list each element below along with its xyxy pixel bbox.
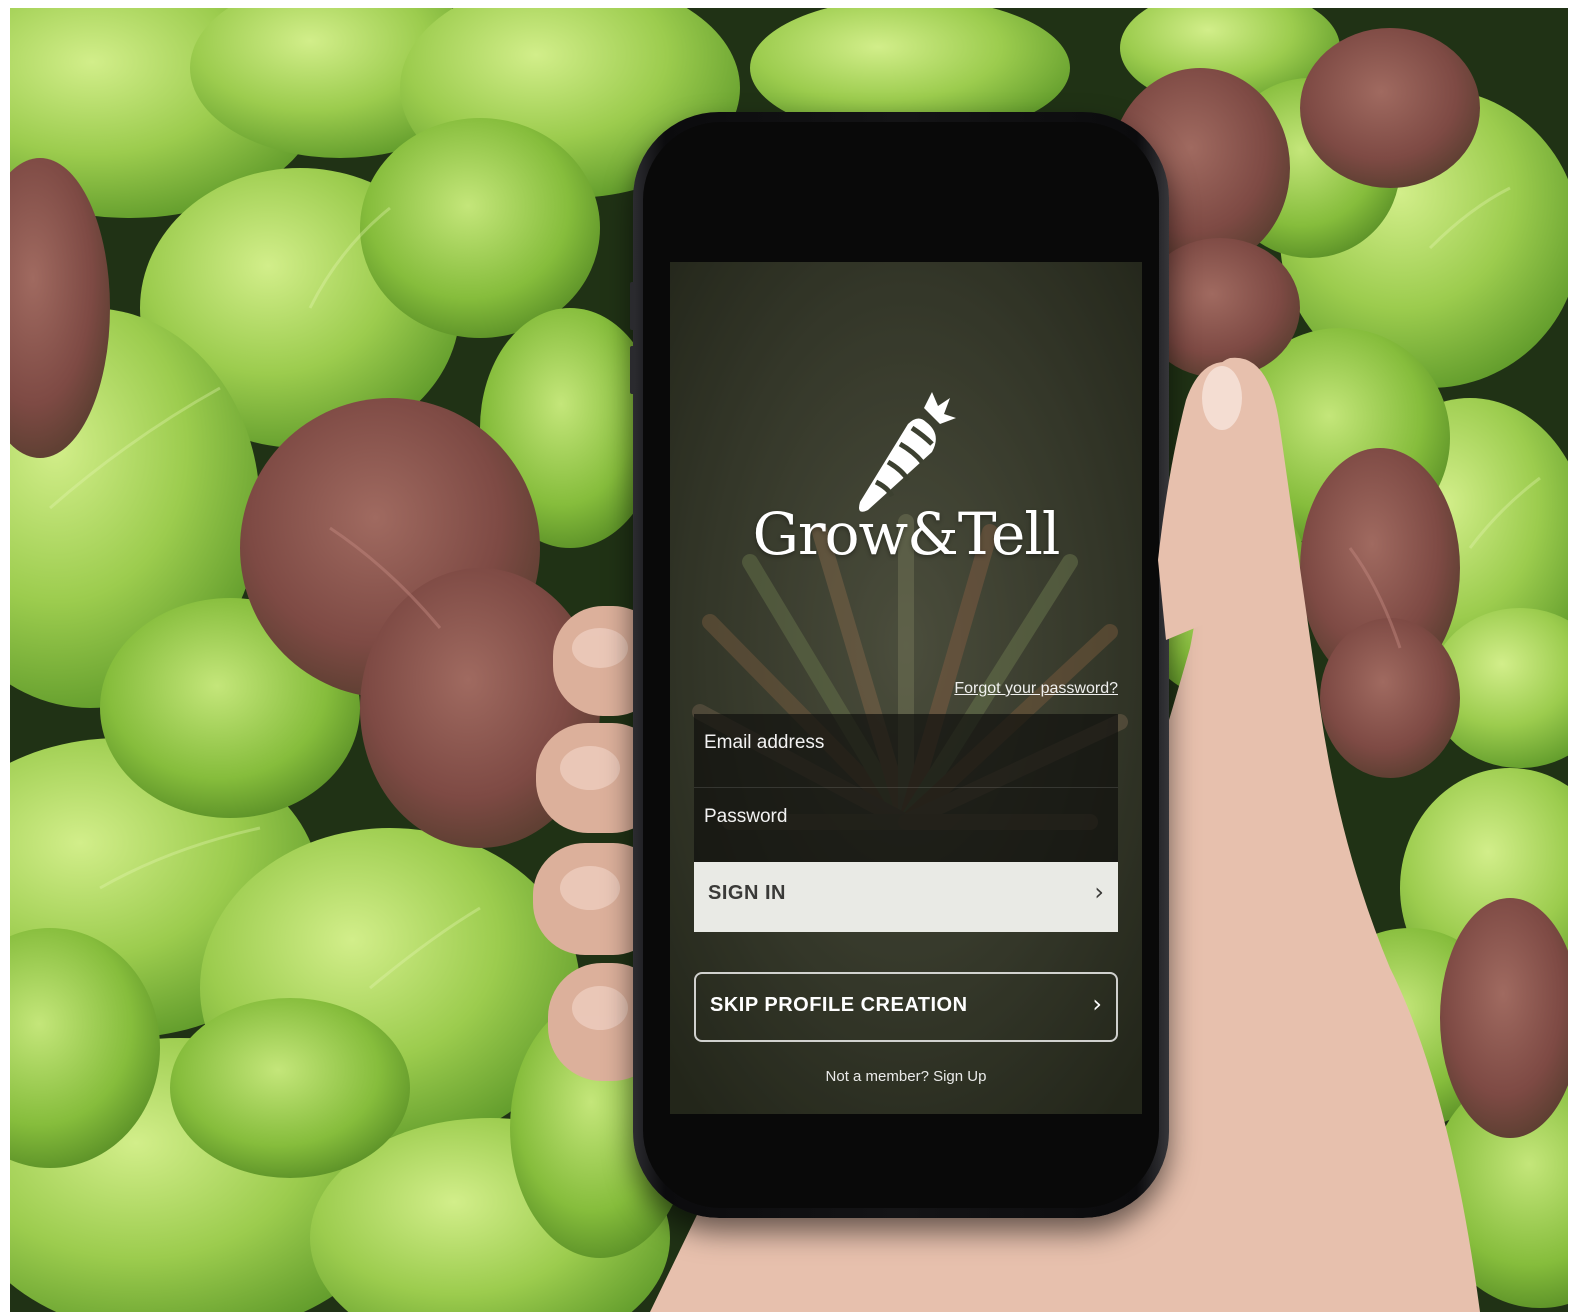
sign-in-button[interactable]: SIGN IN › [694, 862, 1118, 932]
chevron-right-icon: › [1094, 878, 1104, 906]
skip-profile-button[interactable]: SKIP PROFILE CREATION › [694, 972, 1118, 1042]
password-field[interactable]: Password [694, 788, 1118, 860]
signup-row: Not a member? Sign Up [670, 1068, 1142, 1085]
email-placeholder: Email address [704, 732, 825, 753]
app-screen: Grow&Tell Forgot your password? Email ad… [670, 262, 1142, 1114]
sign-in-label: SIGN IN [708, 882, 786, 904]
volume-button [630, 346, 635, 394]
chevron-right-icon: › [1092, 990, 1102, 1018]
signup-link[interactable]: Sign Up [933, 1068, 986, 1085]
app-title: Grow&Tell [752, 500, 1061, 568]
volume-button [630, 282, 635, 330]
skip-profile-label: SKIP PROFILE CREATION [710, 994, 968, 1016]
email-field[interactable]: Email address [694, 714, 1118, 786]
forgot-password-link[interactable]: Forgot your password? [954, 680, 1118, 698]
password-placeholder: Password [704, 806, 788, 827]
login-form: Email address Password [694, 714, 1118, 862]
signup-prompt: Not a member? [825, 1068, 929, 1085]
carrot-icon [859, 392, 956, 512]
